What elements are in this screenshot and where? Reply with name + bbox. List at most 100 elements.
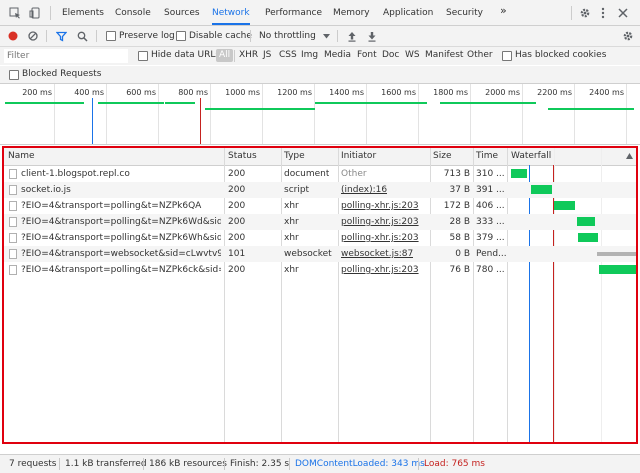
filter-type-css[interactable]: CSS (279, 50, 297, 60)
resources-size: 186 kB resources (149, 459, 227, 469)
network-settings-icon[interactable] (621, 29, 635, 43)
request-status: 200 (228, 185, 246, 195)
column-header-waterfall[interactable]: Waterfall (511, 151, 551, 161)
clear-icon[interactable] (27, 30, 39, 42)
kebab-menu-icon[interactable] (598, 6, 608, 20)
filter-type-all[interactable]: All (216, 49, 234, 62)
request-status: 200 (228, 217, 246, 227)
request-initiator-link[interactable]: polling-xhr.js:203 (341, 233, 419, 243)
request-name[interactable]: ?EIO=4&transport=websocket&sid=cLwvtv934… (21, 249, 221, 259)
filter-type-ws[interactable]: WS (405, 50, 420, 60)
table-row[interactable]: ?EIO=4&transport=polling&t=NZPk6Wd&sid=c… (4, 214, 636, 230)
tab-divider-right (571, 6, 572, 20)
device-toolbar-icon[interactable] (28, 6, 42, 20)
finish-time: Finish: 2.35 s (230, 459, 290, 469)
table-row[interactable]: socket.io.js 200 script (index):16 37 B … (4, 182, 636, 198)
column-header-initiator[interactable]: Initiator (341, 151, 376, 161)
overview-tick-label: 600 ms (126, 88, 156, 97)
request-status: 101 (228, 249, 246, 259)
request-initiator-link[interactable]: websocket.js:87 (341, 249, 413, 259)
request-initiator-link[interactable]: polling-xhr.js:203 (341, 217, 419, 227)
request-initiator-link[interactable]: polling-xhr.js:203 (341, 201, 419, 211)
overview-tick-label: 1400 ms (329, 88, 364, 97)
tab-performance[interactable]: Performance (265, 7, 322, 23)
request-name[interactable]: ?EIO=4&transport=polling&t=NZPk6Wh&sid=c… (21, 233, 221, 243)
column-header-size[interactable]: Size (433, 151, 451, 161)
download-icon[interactable] (366, 30, 378, 42)
request-name[interactable]: client-1.blogspot.repl.co (21, 169, 221, 179)
filter-type-other[interactable]: Other (467, 50, 493, 60)
tab-console[interactable]: Console (115, 7, 151, 23)
timeline-overview[interactable]: 200 ms 400 ms 600 ms 800 ms 1000 ms 1200… (0, 84, 640, 145)
waterfall-bar[interactable] (599, 265, 636, 274)
table-row[interactable]: ?EIO=4&transport=polling&t=NZPk6QA 200 x… (4, 198, 636, 214)
table-row[interactable]: client-1.blogspot.repl.co 200 document O… (4, 166, 636, 182)
filter-input[interactable] (4, 49, 128, 63)
filter-type-xhr[interactable]: XHR (239, 50, 258, 60)
filter-type-doc[interactable]: Doc (382, 50, 399, 60)
blocked-requests-checkbox[interactable] (9, 70, 19, 80)
filter-type-font[interactable]: Font (357, 50, 377, 60)
chevron-down-icon[interactable] (322, 31, 330, 41)
sort-ascending-icon[interactable] (626, 152, 633, 162)
overview-dcl-line (92, 98, 93, 144)
tab-application[interactable]: Application (383, 7, 433, 23)
tab-sources[interactable]: Sources (164, 7, 200, 23)
overview-tick-label: 1000 ms (225, 88, 260, 97)
record-icon[interactable] (7, 30, 19, 42)
overview-tick-label: 1800 ms (433, 88, 468, 97)
request-name[interactable]: ?EIO=4&transport=polling&t=NZPk6Wd&sid=c… (21, 217, 221, 227)
filter-divider (234, 50, 235, 62)
filter-type-js[interactable]: JS (263, 50, 271, 60)
load-time: Load: 765 ms (424, 459, 485, 469)
column-header-name[interactable]: Name (8, 151, 35, 161)
has-blocked-cookies-checkbox[interactable] (502, 51, 512, 61)
settings-icon[interactable] (578, 6, 592, 20)
waterfall-bar[interactable] (554, 201, 575, 210)
upload-icon[interactable] (346, 30, 358, 42)
filter-type-manifest[interactable]: Manifest (425, 50, 463, 60)
hide-data-urls-checkbox[interactable] (138, 51, 148, 61)
throttling-select[interactable]: No throttling (259, 31, 316, 41)
waterfall-bar[interactable] (531, 185, 552, 194)
inspect-icon[interactable] (8, 6, 22, 20)
request-size: 172 B (443, 201, 470, 211)
filter-type-img[interactable]: Img (301, 50, 318, 60)
table-row[interactable]: ?EIO=4&transport=polling&t=NZPk6Wh&sid=c… (4, 230, 636, 246)
column-header-time[interactable]: Time (476, 151, 498, 161)
filter-type-media[interactable]: Media (324, 50, 351, 60)
tab-security[interactable]: Security (446, 7, 483, 23)
request-size: 0 B (455, 249, 470, 259)
request-initiator-link[interactable]: (index):16 (341, 185, 387, 195)
table-row[interactable]: ?EIO=4&transport=websocket&sid=cLwvtv934… (4, 246, 636, 262)
close-icon[interactable] (616, 6, 630, 20)
request-name[interactable]: ?EIO=4&transport=polling&t=NZPk6ck&sid=c… (21, 265, 221, 275)
table-header: Name Status Type Initiator Size Time Wat… (4, 148, 636, 166)
waterfall-bar[interactable] (577, 217, 595, 226)
request-status: 200 (228, 233, 246, 243)
search-icon[interactable] (76, 30, 88, 42)
more-tabs-button[interactable]: » (500, 5, 507, 21)
request-name[interactable]: ?EIO=4&transport=polling&t=NZPk6QA (21, 201, 221, 211)
waterfall-bar[interactable] (511, 169, 527, 178)
tab-network[interactable]: Network (212, 7, 250, 25)
request-name[interactable]: socket.io.js (21, 185, 221, 195)
overview-tick-label: 200 ms (22, 88, 52, 97)
filter-icon[interactable] (55, 30, 67, 42)
waterfall-bar[interactable] (578, 233, 598, 242)
preserve-log-checkbox[interactable] (106, 31, 116, 41)
tab-divider (50, 6, 51, 20)
request-table: Name Status Type Initiator Size Time Wat… (2, 146, 638, 444)
dom-content-loaded-time: DOMContentLoaded: 343 ms (295, 459, 425, 469)
request-type: websocket (284, 249, 332, 259)
waterfall-bar-pending[interactable] (597, 252, 636, 256)
hide-data-urls-label: Hide data URLs (151, 50, 221, 60)
disable-cache-checkbox[interactable] (176, 31, 186, 41)
overview-tick-label: 1600 ms (381, 88, 416, 97)
request-initiator-link[interactable]: polling-xhr.js:203 (341, 265, 419, 275)
column-header-status[interactable]: Status (228, 151, 257, 161)
column-header-type[interactable]: Type (284, 151, 305, 161)
tab-memory[interactable]: Memory (333, 7, 370, 23)
table-row[interactable]: ?EIO=4&transport=polling&t=NZPk6ck&sid=c… (4, 262, 636, 278)
tab-elements[interactable]: Elements (62, 7, 104, 23)
